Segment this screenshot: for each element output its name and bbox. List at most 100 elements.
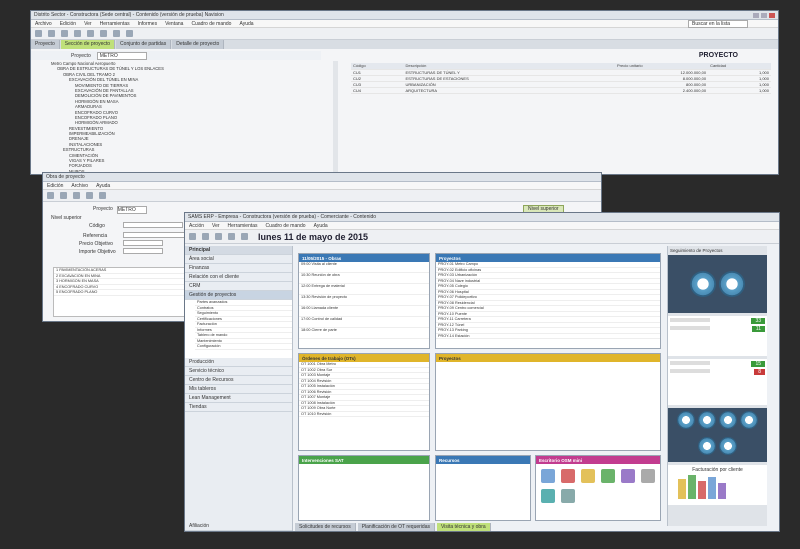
- menu-item[interactable]: Informes: [138, 21, 157, 27]
- home-icon[interactable]: [202, 233, 209, 240]
- menu-item[interactable]: Acción: [189, 223, 204, 229]
- list-item[interactable]: 17:00 Control de calidad: [299, 317, 429, 328]
- label: Código: [89, 223, 105, 229]
- menu-item[interactable]: Ayuda: [239, 21, 253, 27]
- sidebar-item-servicio[interactable]: Servicio técnico: [185, 367, 292, 376]
- sidebar-item-produccion[interactable]: Producción: [185, 358, 292, 367]
- sidebar-item-area-social[interactable]: Área social: [185, 255, 292, 264]
- gauge-row: [668, 255, 767, 313]
- mail-icon[interactable]: [621, 469, 635, 483]
- gauge-icon: [719, 271, 745, 297]
- settings-icon[interactable]: [561, 489, 575, 503]
- sidebar-item-recursos[interactable]: Centro de Recursos: [185, 376, 292, 385]
- maximize-icon[interactable]: [761, 12, 767, 18]
- menu-item[interactable]: Edición: [47, 183, 63, 189]
- menu-item[interactable]: Herramientas: [228, 223, 258, 229]
- chart-icon[interactable]: [601, 469, 615, 483]
- folder-icon[interactable]: [581, 469, 595, 483]
- list-item[interactable]: 16:00 Llamada cliente: [299, 306, 429, 317]
- precio-input[interactable]: [123, 240, 163, 246]
- refresh-icon[interactable]: [113, 30, 120, 37]
- tab-proyecto[interactable]: Proyecto: [31, 40, 60, 49]
- next-icon[interactable]: [241, 233, 248, 240]
- save-icon[interactable]: [60, 192, 67, 199]
- calendar-icon[interactable]: [561, 469, 575, 483]
- tab-bottom[interactable]: Visita técnica y obra: [436, 523, 491, 531]
- importe-input[interactable]: [123, 248, 163, 254]
- codigo-input[interactable]: [123, 222, 183, 228]
- tree-node[interactable]: Configuración: [195, 344, 292, 350]
- tree-scrollbar[interactable]: [333, 61, 338, 174]
- sidebar: Principal Área social Finanzas Relación …: [185, 246, 293, 531]
- prev-icon[interactable]: [228, 233, 235, 240]
- menu-item[interactable]: Ver: [212, 223, 220, 229]
- menu-item[interactable]: Herramientas: [100, 21, 130, 27]
- menu-item[interactable]: Ayuda: [314, 223, 328, 229]
- panel-title: Proyectos: [436, 254, 660, 262]
- list-item[interactable]: OT 1010 Revisión: [299, 412, 429, 417]
- menu-item[interactable]: Cuadro de mando: [266, 223, 306, 229]
- cell: ENCOFRADO: [59, 284, 84, 289]
- tab-detalle[interactable]: Detalle de proyecto: [172, 40, 225, 49]
- edit-icon[interactable]: [48, 30, 55, 37]
- search-icon[interactable]: [99, 192, 106, 199]
- sidebar-header[interactable]: Principal: [185, 246, 292, 255]
- delete-icon[interactable]: [61, 30, 68, 37]
- cell: 3: [56, 279, 59, 283]
- price-table: Código Descripción Precio unitario Cantidad…: [351, 63, 771, 94]
- filter-icon[interactable]: [100, 30, 107, 37]
- list-item[interactable]: 5 ENCOFRADO PLANO: [54, 290, 192, 296]
- sidebar-item-crm[interactable]: CRM: [185, 282, 292, 291]
- tab-bottom[interactable]: Planificación de OT requeridas: [357, 523, 435, 531]
- proyecto-field[interactable]: METRO: [96, 51, 147, 60]
- bar: [678, 479, 686, 499]
- list-item[interactable]: PROY-14 Estación: [436, 334, 660, 339]
- tab-bottom[interactable]: Solicitudes de recursos: [295, 523, 356, 531]
- menu-item[interactable]: Archivo: [71, 183, 88, 189]
- cell: 5: [56, 290, 59, 294]
- menu-item[interactable]: Archivo: [35, 21, 52, 27]
- delete-icon[interactable]: [73, 192, 80, 199]
- kpi-value: 33: [751, 318, 765, 324]
- search-input[interactable]: Buscar en la lista: [688, 19, 748, 28]
- sidebar-item-tableros[interactable]: Mis tableros: [185, 385, 292, 394]
- new-icon[interactable]: [47, 192, 54, 199]
- list-item[interactable]: 10:30 Reunión de obra: [299, 273, 429, 284]
- list-item[interactable]: 09:00 Visita al cliente: [299, 262, 429, 273]
- sidebar-item-finanzas[interactable]: Finanzas: [185, 264, 292, 273]
- gauge-icon: [719, 436, 737, 455]
- menu-item[interactable]: Cuadro de mando: [191, 21, 231, 27]
- table-row[interactable]: CU4 ARQUITECTURA 2.400.000,00 1,000: [351, 87, 771, 94]
- export-icon[interactable]: [126, 30, 133, 37]
- menu-item[interactable]: Ayuda: [96, 183, 110, 189]
- list-item[interactable]: 18:00 Cierre de parte: [299, 328, 429, 339]
- sidebar-item-tiendas[interactable]: Tiendas: [185, 403, 292, 412]
- menu-bar: Archivo Edición Ver Herramientas Informes Ven…: [31, 19, 778, 28]
- print-icon[interactable]: [86, 192, 93, 199]
- contacts-icon[interactable]: [541, 489, 555, 503]
- proyectos-panel-top: Proyectos PROY-01 Metro Campo PROY-02 Ed…: [435, 253, 661, 349]
- new-icon[interactable]: [35, 30, 42, 37]
- sidebar-item-lean[interactable]: Lean Management: [185, 394, 292, 403]
- proyectos-panel-mid: Proyectos: [435, 353, 661, 451]
- sidebar-item-proyectos[interactable]: Gestión de proyectos: [185, 291, 292, 300]
- menu-item[interactable]: Ventana: [165, 21, 183, 27]
- close-icon[interactable]: [769, 12, 775, 18]
- tab-partidas[interactable]: Conjunto de partidas: [116, 40, 172, 49]
- label: Precio Objetivo: [79, 241, 113, 247]
- back-icon[interactable]: [189, 233, 196, 240]
- minimize-icon[interactable]: [753, 12, 759, 18]
- document-icon[interactable]: [641, 469, 655, 483]
- menu-item[interactable]: Edición: [60, 21, 76, 27]
- window-title: Distrito Sector - Constructora (Sede cen…: [34, 12, 224, 18]
- print-icon[interactable]: [87, 30, 94, 37]
- calendar-icon[interactable]: [215, 233, 222, 240]
- save-icon[interactable]: [74, 30, 81, 37]
- app-icon[interactable]: [541, 469, 555, 483]
- menu-item[interactable]: Ver: [84, 21, 92, 27]
- sidebar-item-relacion[interactable]: Relación con el cliente: [185, 273, 292, 282]
- list-item[interactable]: 12:00 Entrega de material: [299, 284, 429, 295]
- tab-seccion[interactable]: Sección de proyecto: [60, 40, 116, 49]
- proyecto-field[interactable]: METRO: [116, 206, 147, 214]
- list-item[interactable]: 13:30 Revisión de proyecto: [299, 295, 429, 306]
